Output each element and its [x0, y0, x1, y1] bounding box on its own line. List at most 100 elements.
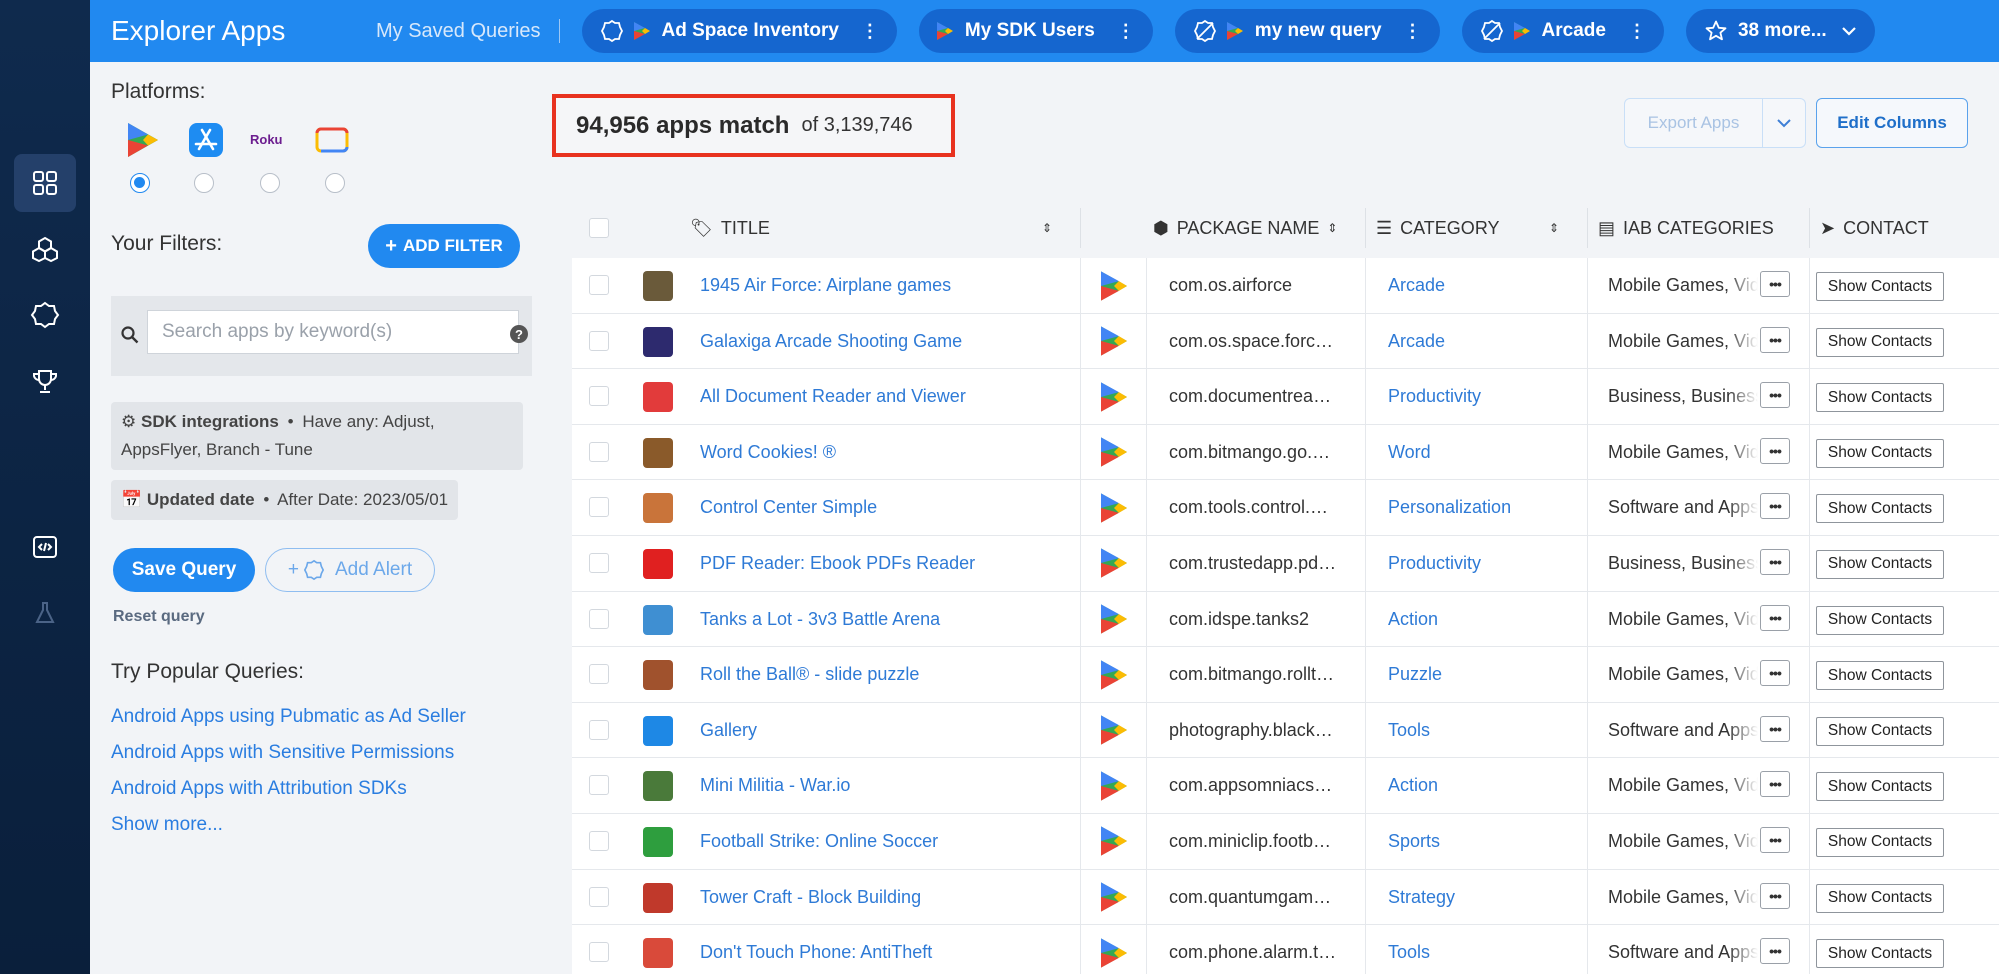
table-row[interactable]: Football Strike: Online Soccer com.minicl…: [572, 813, 1999, 870]
nav-labs-button[interactable]: [14, 584, 76, 642]
show-contacts-button[interactable]: Show Contacts: [1816, 383, 1944, 413]
category-link[interactable]: Strategy: [1388, 870, 1578, 925]
google-tv-radio[interactable]: [325, 173, 345, 193]
row-checkbox[interactable]: [589, 719, 609, 740]
row-checkbox[interactable]: [589, 886, 609, 907]
row-checkbox[interactable]: [589, 552, 609, 573]
nav-explorer-apps-button[interactable]: [14, 154, 76, 212]
show-contacts-button[interactable]: Show Contacts: [1816, 272, 1944, 301]
table-row[interactable]: Tanks a Lot - 3v3 Battle Arena com.idspe.…: [572, 591, 1999, 648]
show-contacts-button[interactable]: Show Contacts: [1816, 661, 1944, 691]
more-iab-button[interactable]: •••: [1760, 382, 1790, 409]
show-contacts-button[interactable]: Show Contacts: [1816, 327, 1944, 357]
show-contacts-button[interactable]: Show Contacts: [1816, 827, 1944, 857]
row-checkbox[interactable]: [589, 942, 609, 963]
category-link[interactable]: Productivity: [1388, 536, 1578, 591]
saved-queries-label[interactable]: My Saved Queries: [376, 19, 560, 43]
column-header-package-name[interactable]: ⬢ PACKAGE NAME ⇕: [1153, 198, 1337, 258]
app-title-link[interactable]: Tanks a Lot - 3v3 Battle Arena: [700, 592, 1070, 647]
google-play-platform-icon[interactable]: [123, 120, 163, 160]
nav-trophy-button[interactable]: [14, 352, 76, 410]
add-alert-button[interactable]: + Add Alert: [265, 548, 435, 592]
app-title-link[interactable]: Gallery: [700, 703, 1070, 758]
category-link[interactable]: Arcade: [1388, 258, 1578, 313]
category-link[interactable]: Action: [1388, 592, 1578, 647]
row-checkbox[interactable]: [589, 775, 609, 796]
table-row[interactable]: Don't Touch Phone: AntiTheft com.phone.al…: [572, 925, 1999, 974]
sort-package-icon[interactable]: ⇕: [1327, 221, 1337, 235]
reset-query-link[interactable]: Reset query: [113, 608, 205, 626]
app-store-platform-icon[interactable]: [186, 120, 226, 160]
row-checkbox[interactable]: [589, 664, 609, 685]
show-contacts-button[interactable]: Show Contacts: [1816, 605, 1944, 635]
nav-alerts-button[interactable]: [14, 286, 76, 344]
app-title-link[interactable]: Tower Craft - Block Building: [700, 870, 1070, 925]
show-contacts-button[interactable]: Show Contacts: [1816, 549, 1944, 579]
app-store-radio[interactable]: [194, 173, 214, 193]
filter-chip-sdk-integrations[interactable]: ⚙ SDK integrations • Have any: Adjust, A…: [111, 402, 523, 470]
table-row[interactable]: Word Cookies! ® com.bitmango.go.… Word Mobi…: [572, 424, 1999, 481]
show-contacts-button[interactable]: Show Contacts: [1816, 716, 1944, 746]
table-row[interactable]: All Document Reader and Viewer com.docume…: [572, 369, 1999, 425]
nav-sdks-button[interactable]: [14, 220, 76, 278]
kebab-menu-icon[interactable]: ⋮: [1628, 21, 1646, 42]
kebab-menu-icon[interactable]: ⋮: [861, 21, 879, 42]
app-title-link[interactable]: Roll the Ball® - slide puzzle: [700, 647, 1070, 702]
category-link[interactable]: Tools: [1388, 703, 1578, 758]
saved-query-tab-ad-space-inventory[interactable]: Ad Space Inventory ⋮: [581, 9, 897, 53]
category-link[interactable]: Word: [1388, 425, 1578, 480]
category-link[interactable]: Action: [1388, 758, 1578, 813]
show-contacts-button[interactable]: Show Contacts: [1816, 438, 1944, 468]
save-query-button[interactable]: Save Query: [113, 548, 255, 592]
row-checkbox[interactable]: [589, 441, 609, 462]
more-iab-button[interactable]: •••: [1760, 604, 1790, 631]
row-checkbox[interactable]: [589, 330, 609, 351]
help-icon[interactable]: ?: [510, 325, 528, 343]
more-iab-button[interactable]: •••: [1760, 715, 1790, 742]
table-row[interactable]: Mini Militia - War.io com.appsomniacs… Act…: [572, 758, 1999, 814]
table-row[interactable]: Tower Craft - Block Building com.quantumg…: [572, 869, 1999, 926]
export-apps-button[interactable]: Export Apps: [1624, 98, 1763, 148]
add-filter-button[interactable]: + ADD FILTER: [368, 224, 520, 268]
more-iab-button[interactable]: •••: [1760, 660, 1790, 687]
more-iab-button[interactable]: •••: [1760, 493, 1790, 520]
app-title-link[interactable]: Control Center Simple: [700, 480, 1070, 535]
more-iab-button[interactable]: •••: [1760, 826, 1790, 853]
show-contacts-button[interactable]: Show Contacts: [1816, 772, 1944, 802]
google-tv-platform-icon[interactable]: [312, 120, 352, 160]
app-title-link[interactable]: Mini Militia - War.io: [700, 758, 1070, 813]
column-header-title[interactable]: 🏷 TITLE: [690, 198, 770, 258]
more-iab-button[interactable]: •••: [1760, 938, 1790, 965]
row-checkbox[interactable]: [589, 608, 609, 629]
popular-query-link[interactable]: Android Apps with Sensitive Permissions: [111, 742, 454, 764]
select-all-checkbox[interactable]: [589, 218, 609, 238]
kebab-menu-icon[interactable]: ⋮: [1404, 21, 1422, 42]
edit-columns-button[interactable]: Edit Columns: [1816, 98, 1968, 148]
category-link[interactable]: Personalization: [1388, 480, 1578, 535]
show-more-queries-link[interactable]: Show more...: [111, 814, 223, 836]
more-iab-button[interactable]: •••: [1760, 437, 1790, 464]
app-title-link[interactable]: Don't Touch Phone: AntiTheft: [700, 925, 1070, 974]
row-checkbox[interactable]: [589, 830, 609, 851]
row-checkbox[interactable]: [589, 497, 609, 518]
keyword-search-input[interactable]: [147, 310, 519, 354]
saved-query-tab-my-sdk-users[interactable]: My SDK Users ⋮: [918, 9, 1153, 53]
nav-api-button[interactable]: [14, 518, 76, 576]
app-title-link[interactable]: PDF Reader: Ebook PDFs Reader: [700, 536, 1070, 591]
export-options-dropdown[interactable]: [1763, 98, 1806, 148]
more-queries-dropdown[interactable]: 38 more...: [1685, 9, 1875, 53]
more-iab-button[interactable]: •••: [1760, 326, 1790, 353]
category-link[interactable]: Arcade: [1388, 314, 1578, 369]
column-header-contact[interactable]: ➤ CONTACT: [1820, 198, 1929, 258]
column-header-category[interactable]: ☰ CATEGORY: [1376, 198, 1500, 258]
roku-radio[interactable]: [260, 173, 280, 193]
sort-title-icon[interactable]: ⇕: [1042, 198, 1052, 258]
category-link[interactable]: Puzzle: [1388, 647, 1578, 702]
table-row[interactable]: Gallery photography.black… Tools Software a…: [572, 702, 1999, 759]
show-contacts-button[interactable]: Show Contacts: [1816, 883, 1944, 913]
popular-query-link[interactable]: Android Apps using Pubmatic as Ad Seller: [111, 706, 466, 728]
category-link[interactable]: Tools: [1388, 925, 1578, 974]
sort-category-icon[interactable]: ⇕: [1549, 198, 1559, 258]
filter-chip-updated-date[interactable]: 📅 Updated date • After Date: 2023/05/01: [111, 480, 459, 520]
roku-platform-icon[interactable]: Roku: [250, 120, 290, 160]
